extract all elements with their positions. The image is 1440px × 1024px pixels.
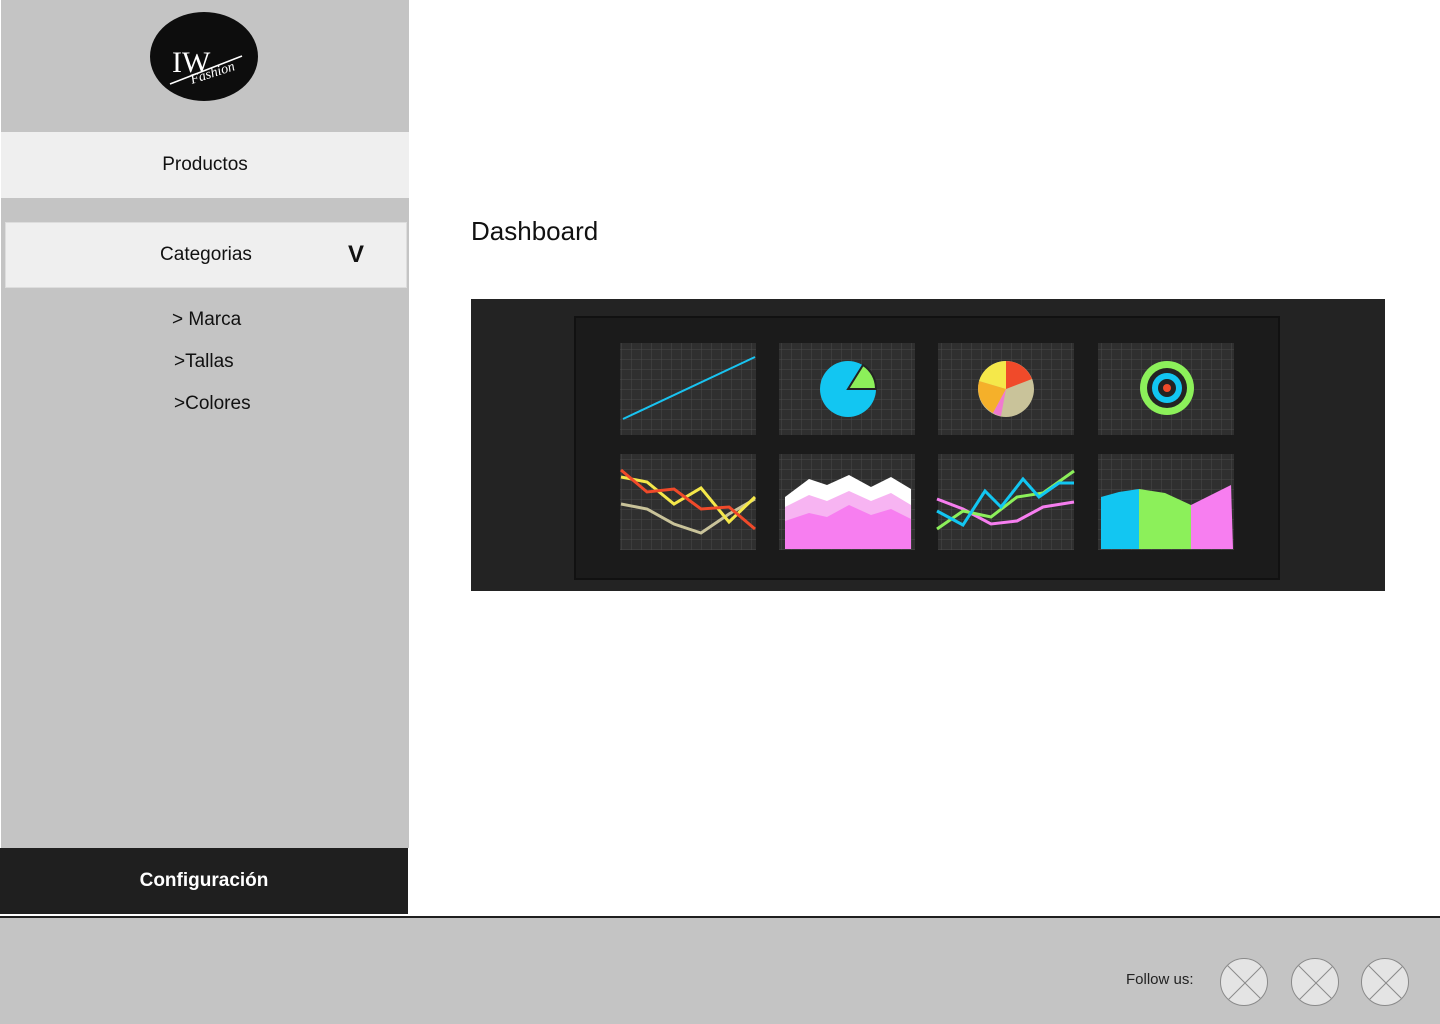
- sidebar-item-categorias[interactable]: Categorias V: [5, 222, 407, 288]
- brand-logo[interactable]: IW Fashion: [150, 12, 258, 101]
- chevron-down-icon[interactable]: V: [348, 241, 364, 269]
- dashboard-image: [471, 299, 1385, 591]
- social-link-3-icon[interactable]: [1361, 958, 1409, 1006]
- submenu-item-tallas[interactable]: >Tallas: [174, 351, 234, 373]
- sidebar: IW Fashion Productos Categorias V > Marc…: [1, 0, 409, 848]
- page-title: Dashboard: [471, 216, 599, 246]
- sidebar-item-label: Categorias: [160, 244, 252, 265]
- sidebar-item-label: Productos: [162, 154, 248, 175]
- config-button[interactable]: Configuración: [0, 848, 408, 914]
- config-label: Configuración: [139, 870, 269, 891]
- submenu-item-colores[interactable]: >Colores: [174, 393, 251, 415]
- follow-us-label: Follow us:: [1126, 971, 1194, 988]
- submenu-item-marca[interactable]: > Marca: [172, 309, 241, 331]
- social-link-1-icon[interactable]: [1220, 958, 1268, 1006]
- sidebar-item-productos[interactable]: Productos: [1, 132, 409, 198]
- social-link-2-icon[interactable]: [1291, 958, 1339, 1006]
